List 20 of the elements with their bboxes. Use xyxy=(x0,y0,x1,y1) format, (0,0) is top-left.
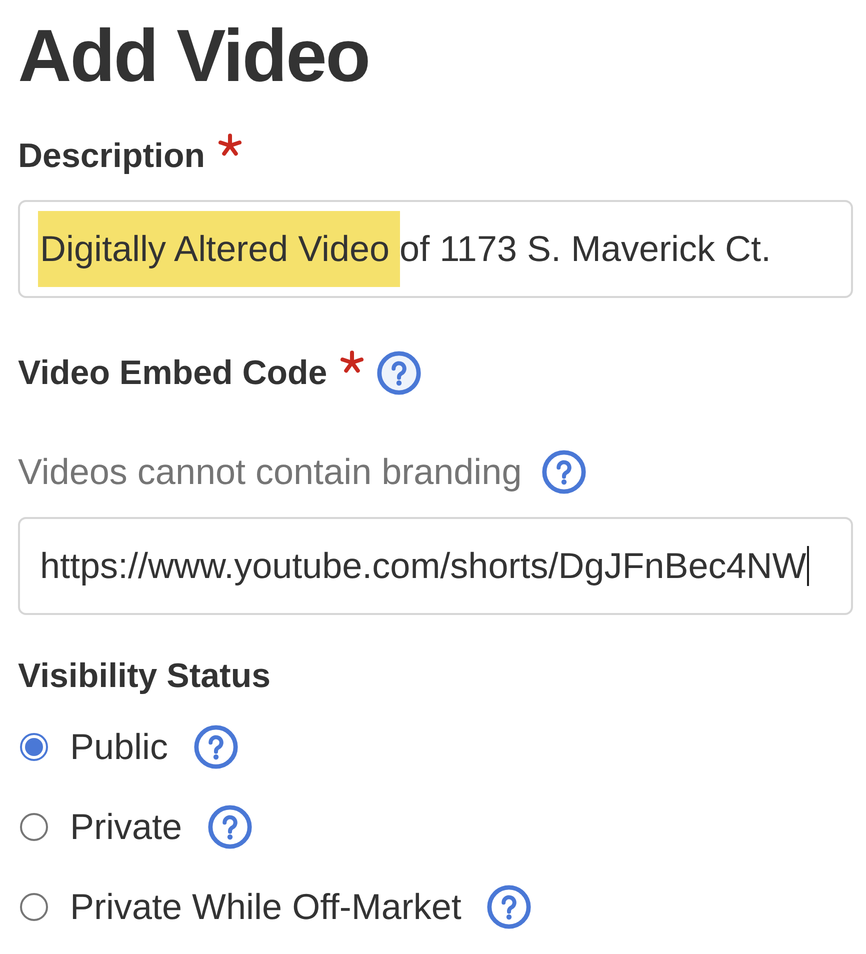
radio-button[interactable] xyxy=(20,733,48,761)
radio-button[interactable] xyxy=(20,813,48,841)
visibility-status-label: Visibility Status xyxy=(18,656,271,696)
description-label: Description xyxy=(18,136,206,176)
help-icon[interactable] xyxy=(487,885,532,929)
description-field[interactable]: Digitally Altered Video of 1173 S. Maverick Ct. xyxy=(18,200,853,298)
required-asterisk-icon xyxy=(218,133,242,157)
radio-option-label: Public xyxy=(70,725,168,769)
page-title: Add Video xyxy=(18,19,370,93)
help-icon[interactable] xyxy=(194,725,238,769)
video-embed-code-label: Video Embed Code xyxy=(18,353,328,393)
help-icon[interactable] xyxy=(377,351,422,395)
help-icon[interactable] xyxy=(542,450,586,494)
radio-option-label: Private xyxy=(70,805,182,849)
embed-code-field[interactable]: https://www.youtube.com/shorts/DgJFnBec4NW xyxy=(18,517,853,615)
branding-hint-text: Videos cannot contain branding xyxy=(18,450,522,494)
radio-button[interactable] xyxy=(20,893,48,921)
help-icon[interactable] xyxy=(208,805,252,849)
radio-option-label: Private While Off-Market xyxy=(70,885,462,929)
required-asterisk-icon xyxy=(340,350,364,374)
